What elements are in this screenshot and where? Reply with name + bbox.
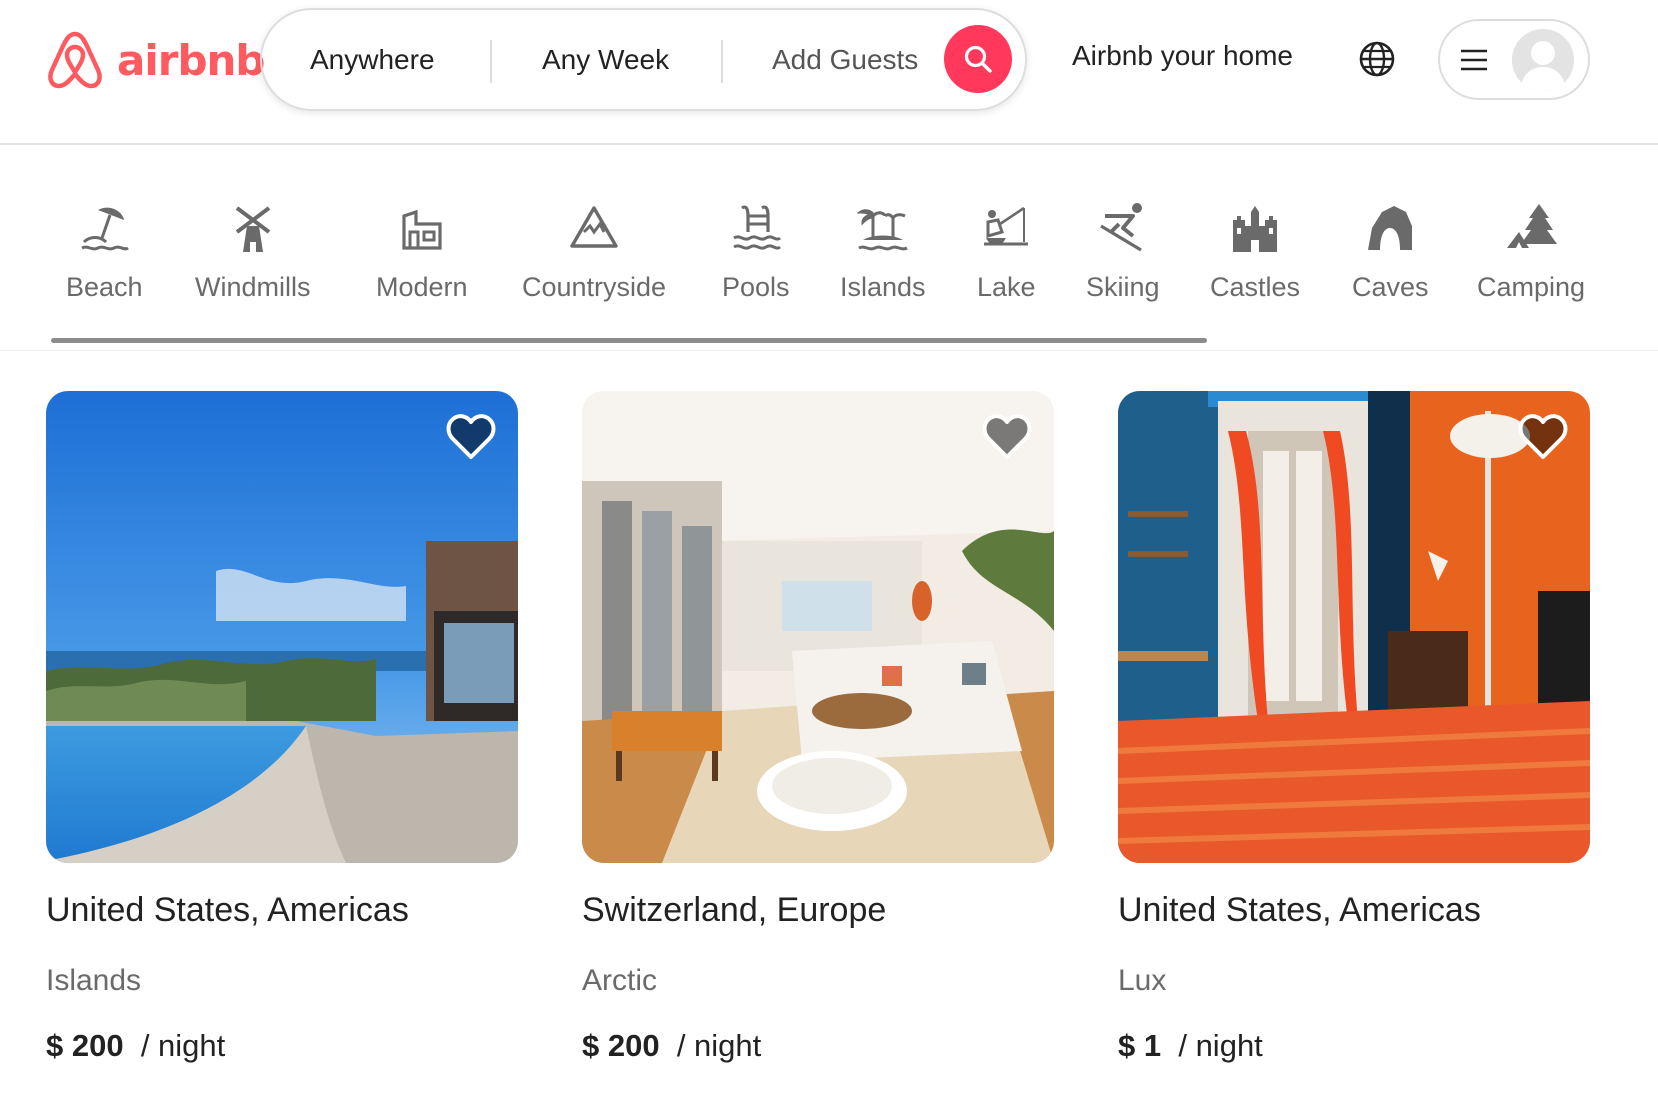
category-label: Countryside (522, 272, 667, 302)
infinity-pool-ocean-view (46, 391, 518, 863)
listing-price-amount: $ 200 (582, 1028, 660, 1063)
heart-icon[interactable] (1518, 413, 1568, 461)
listing-location: United States, Americas (1118, 891, 1481, 929)
category-islands[interactable]: Islands (840, 202, 926, 303)
search-icon (964, 45, 992, 73)
listing-card[interactable]: United States, Americas Islands $ 200 / … (46, 391, 518, 1064)
skiing-icon (1099, 203, 1142, 252)
listing-price-amount: $ 200 (46, 1028, 124, 1063)
category-castles[interactable]: Castles (1210, 202, 1300, 303)
category-label: Lake (977, 272, 1036, 302)
beach-icon (81, 207, 130, 251)
category-pools[interactable]: Pools (722, 202, 790, 303)
search-bar[interactable]: Anywhere Any Week Add Guests (260, 8, 1027, 111)
category-windmills[interactable]: Windmills (195, 202, 311, 303)
category-label: Windmills (195, 272, 311, 302)
search-add-guests[interactable]: Add Guests (772, 44, 918, 76)
category-scroll-indicator[interactable] (51, 338, 1207, 343)
category-label: Islands (840, 272, 926, 302)
listing-photo[interactable] (46, 391, 518, 863)
category-label: Castles (1210, 272, 1301, 302)
search-divider (721, 40, 723, 83)
windmill-icon (235, 206, 270, 252)
search-anywhere[interactable]: Anywhere (310, 44, 435, 76)
search-button[interactable] (944, 25, 1012, 93)
category-label: Beach (66, 272, 143, 302)
top-header: airbnb Anywhere Any Week Add Guests Airb… (0, 0, 1658, 145)
heart-icon[interactable] (982, 413, 1032, 461)
listing-price: $ 200 / night (582, 1028, 1054, 1064)
category-modern[interactable]: Modern (376, 202, 468, 303)
category-countryside[interactable]: Countryside (522, 202, 666, 303)
listing-category: Lux (1118, 964, 1167, 997)
globe-icon[interactable] (1358, 40, 1396, 78)
category-label: Caves (1352, 272, 1429, 302)
heart-icon[interactable] (446, 413, 496, 461)
listing-category: Islands (46, 964, 142, 997)
modern-house-icon (402, 209, 442, 250)
search-divider (490, 40, 492, 83)
listing-price-unit: / night (1178, 1028, 1263, 1063)
cave-icon (1368, 206, 1413, 250)
listing-price-unit: / night (676, 1028, 762, 1063)
orange-blue-bedroom (1118, 391, 1590, 863)
listing-price: $ 200 / night (46, 1028, 518, 1064)
airbnb-logo[interactable]: airbnb (45, 28, 265, 92)
user-avatar-icon (1512, 29, 1574, 91)
airbnb-logo-icon (48, 31, 102, 89)
listing-category: Arctic (582, 964, 657, 997)
camping-icon (1507, 204, 1558, 248)
listing-photo[interactable] (582, 391, 1054, 863)
airbnb-your-home-link[interactable]: Airbnb your home (1072, 40, 1293, 72)
category-caves[interactable]: Caves (1352, 202, 1429, 303)
category-camping[interactable]: Camping (1477, 202, 1585, 303)
search-any-week[interactable]: Any Week (542, 44, 669, 76)
category-label: Camping (1477, 272, 1586, 302)
listing-photo[interactable] (1118, 391, 1590, 863)
listing-location: Switzerland, Europe (582, 891, 887, 929)
listing-card[interactable]: Switzerland, Europe Arctic $ 200 / night (582, 391, 1054, 1064)
castle-icon (1233, 206, 1278, 252)
category-label: Pools (722, 272, 790, 302)
category-skiing[interactable]: Skiing (1086, 202, 1160, 303)
listing-price-unit: / night (140, 1028, 226, 1063)
mountain-icon (570, 206, 618, 248)
listing-price-amount: $ 1 (1118, 1028, 1162, 1063)
category-bar: Beach Windmills Modern Countryside Pools… (0, 147, 1658, 351)
category-label: Skiing (1086, 272, 1160, 302)
bright-living-room (582, 391, 1054, 863)
user-menu-button[interactable] (1438, 19, 1590, 100)
listing-location: United States, Americas (46, 891, 409, 929)
listing-price: $ 1 / night (1118, 1028, 1590, 1064)
category-beach[interactable]: Beach (66, 202, 143, 303)
pool-icon (732, 205, 781, 250)
category-label: Modern (376, 272, 468, 302)
island-icon (856, 209, 908, 251)
category-lake[interactable]: Lake (977, 202, 1036, 303)
hamburger-icon (1461, 49, 1487, 71)
airbnb-wordmark: airbnb (117, 35, 265, 85)
listing-card[interactable]: United States, Americas Lux $ 1 / night (1118, 391, 1590, 1064)
lake-icon (984, 206, 1029, 246)
